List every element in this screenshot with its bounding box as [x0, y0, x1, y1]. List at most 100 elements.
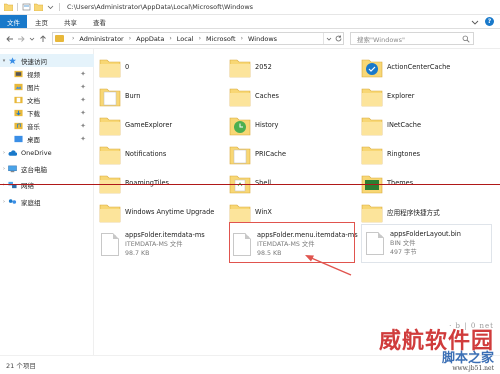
folder-icon [229, 88, 251, 106]
list-item[interactable]: Ringtones [361, 138, 420, 169]
sidebar-item-label: 视频 [27, 70, 40, 79]
pin-icon[interactable]: ✦ [80, 122, 86, 130]
pin-icon[interactable]: ✦ [80, 109, 86, 117]
item-label: Shell [255, 178, 272, 187]
sidebar-item-label: 快速访问 [21, 57, 47, 66]
sidebar-item-quick-access[interactable]: ▾ 快速访问 [0, 54, 94, 67]
file-size: 497 字节 [390, 249, 417, 256]
chevron-down-icon[interactable]: ▾ [0, 58, 8, 64]
properties-icon[interactable] [22, 3, 31, 11]
arrow-up-icon [39, 34, 46, 42]
item-label: 应用程序快捷方式 [387, 208, 440, 217]
sidebar-item-label: 下载 [27, 109, 40, 118]
onedrive-cloud-icon [8, 149, 17, 156]
folder-icon [99, 59, 121, 77]
computer-icon [8, 165, 17, 172]
sidebar-item-homegroup[interactable]: › 家庭组 [0, 195, 94, 208]
new-folder-icon[interactable] [34, 3, 43, 11]
list-item[interactable]: Caches [229, 80, 279, 111]
breadcrumb-appdata[interactable]: AppData [136, 35, 164, 43]
item-label: PRICache [255, 149, 287, 158]
list-item[interactable]: Themes [361, 167, 413, 198]
help-icon[interactable]: ? [485, 17, 494, 26]
refresh-icon[interactable] [335, 35, 342, 42]
folder-icon [55, 35, 64, 42]
item-label: GameExplorer [125, 120, 173, 129]
sidebar-item-documents[interactable]: 文档 ✦ [0, 93, 94, 106]
pin-icon[interactable]: ✦ [80, 83, 86, 91]
address-bar[interactable]: › Administrator › AppData › Local › Micr… [52, 32, 344, 45]
sidebar-item-label: 桌面 [27, 135, 40, 144]
expand-ribbon-icon[interactable] [471, 18, 479, 26]
tab-home[interactable]: 主页 [27, 15, 56, 28]
video-folder-icon [14, 70, 23, 77]
breadcrumb-administrator[interactable]: Administrator [79, 35, 123, 43]
breadcrumb-separator: › [240, 35, 244, 42]
pin-icon[interactable]: ✦ [80, 135, 86, 143]
breadcrumb-separator: › [72, 35, 75, 42]
item-label: Explorer [387, 91, 415, 100]
chevron-right-icon[interactable]: › [0, 150, 8, 156]
chevron-right-icon[interactable]: › [0, 166, 8, 172]
chevron-down-icon[interactable] [46, 3, 55, 11]
list-item[interactable]: 应用程序快捷方式 [361, 196, 440, 227]
breadcrumb-windows[interactable]: Windows [248, 35, 277, 43]
back-button[interactable] [4, 32, 15, 46]
sidebar-item-label: 文档 [27, 96, 40, 105]
red-divider-line [0, 184, 500, 185]
list-item[interactable]: ActionCenterCache [361, 51, 450, 82]
tab-view[interactable]: 查看 [85, 15, 114, 28]
list-item[interactable]: Explorer [361, 80, 414, 111]
folder-icon [99, 146, 121, 164]
chevron-down-icon[interactable] [326, 36, 332, 42]
list-item[interactable]: History [229, 109, 278, 140]
folder-icon [361, 117, 383, 135]
list-item[interactable]: Shell [229, 167, 271, 198]
pin-icon[interactable]: ✦ [80, 96, 86, 104]
music-folder-icon [14, 122, 23, 129]
folder-icon [4, 3, 13, 11]
folder-icon [361, 204, 383, 222]
list-item[interactable]: PRICache [229, 138, 286, 169]
sidebar-item-downloads[interactable]: 下载 ✦ [0, 106, 94, 119]
picture-folder-icon [14, 83, 23, 90]
file-name: appsFolder.itemdata-ms [125, 230, 205, 239]
pin-icon[interactable]: ✦ [80, 70, 86, 78]
chevron-right-icon[interactable]: › [0, 199, 8, 205]
breadcrumb-microsoft[interactable]: Microsoft [206, 35, 236, 43]
list-item[interactable]: 0 [99, 51, 129, 82]
list-item[interactable]: RoamingTiles [99, 167, 169, 198]
list-item[interactable]: GameExplorer [99, 109, 172, 140]
sidebar-item-music[interactable]: 音乐 ✦ [0, 119, 94, 132]
sidebar-item-videos[interactable]: 视频 ✦ [0, 67, 94, 80]
list-item[interactable]: Burn [99, 80, 140, 111]
forward-button[interactable] [15, 32, 26, 46]
up-button[interactable] [37, 32, 48, 46]
folder-icon [99, 204, 121, 222]
sidebar-item-desktop[interactable]: 桌面 ✦ [0, 132, 94, 145]
folder-blue-icon [361, 59, 383, 77]
tab-share[interactable]: 共享 [56, 15, 85, 28]
watermark: · b | 0 net 威航软件园 脚本之家 www.jb51.net [379, 322, 494, 372]
sidebar-item-this-pc[interactable]: › 这台电脑 [0, 162, 94, 175]
homegroup-icon [8, 198, 17, 204]
sidebar-item-label: OneDrive [21, 148, 52, 157]
breadcrumb-local[interactable]: Local [177, 35, 194, 43]
file-item[interactable]: appsFolderLayout.bin BIN 文件 497 字节 [361, 224, 492, 263]
list-item[interactable]: INetCache [361, 109, 421, 140]
address-controls [323, 33, 343, 44]
ribbon-controls: ? [471, 15, 500, 28]
sidebar-item-onedrive[interactable]: › OneDrive [0, 146, 94, 159]
list-item[interactable]: 2052 [229, 51, 272, 82]
recent-locations-button[interactable] [26, 32, 37, 46]
address-row: › Administrator › AppData › Local › Micr… [0, 29, 500, 49]
list-item[interactable]: Windows Anytime Upgrade [99, 196, 214, 227]
item-label: Ringtones [387, 149, 421, 158]
tab-file[interactable]: 文件 [0, 15, 27, 28]
sidebar-item-pictures[interactable]: 图片 ✦ [0, 80, 94, 93]
window-title: C:\Users\Administrator\AppData\Local\Mic… [67, 3, 254, 11]
file-item[interactable]: appsFolder.itemdata-ms ITEMDATA-MS 文件 98… [101, 225, 227, 263]
list-item[interactable]: Notifications [99, 138, 166, 169]
search-input[interactable]: 搜索"Windows" [350, 32, 474, 45]
download-folder-icon [14, 109, 23, 116]
